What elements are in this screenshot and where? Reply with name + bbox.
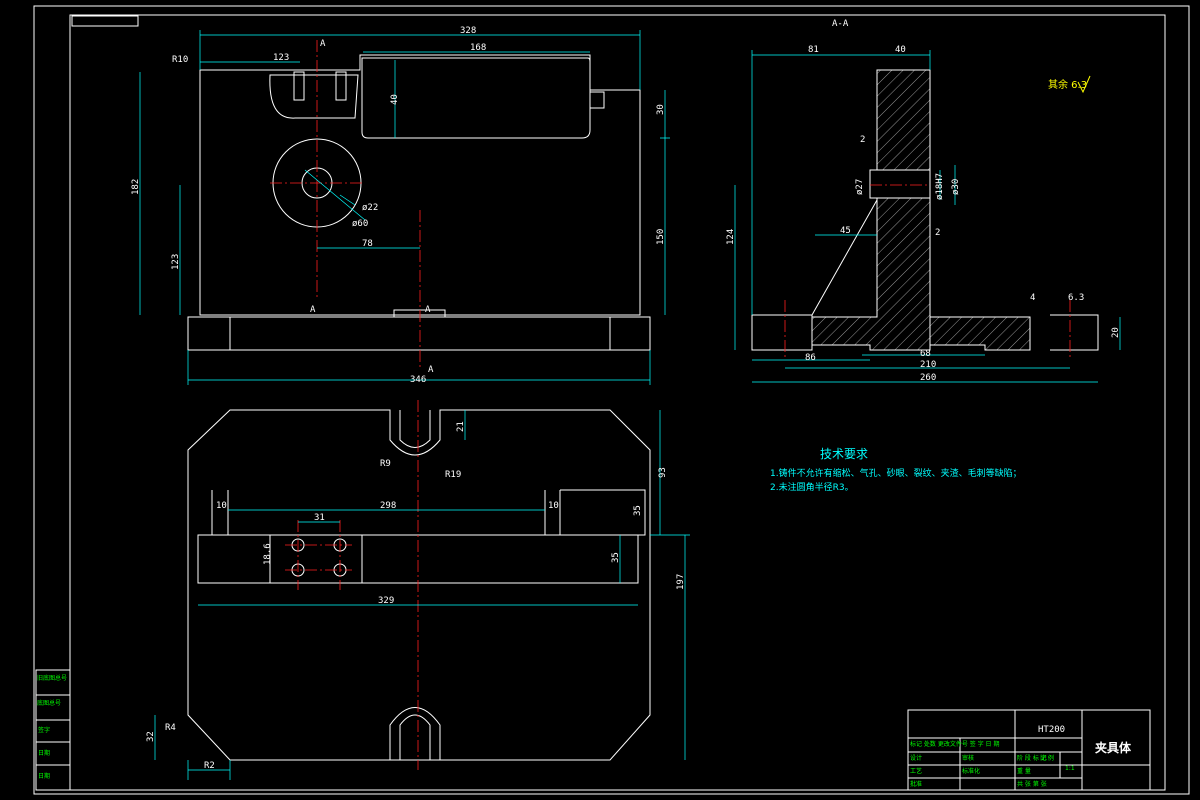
dim-side-2: 2: [860, 135, 865, 145]
dim-top-14: 32: [146, 731, 156, 742]
dim-front-8: 150: [656, 229, 666, 245]
tb-row-5: 批准: [910, 780, 922, 788]
dim-side-7: 45: [840, 226, 851, 236]
dim-front-7: 123: [171, 254, 181, 270]
dim-top-12: 197: [676, 574, 686, 590]
dim-side-13: 68: [920, 349, 931, 359]
part-name: 夹具体: [1095, 740, 1132, 755]
dim-top-1: R9: [380, 459, 391, 469]
top-view: [154, 400, 690, 780]
dim-top-9: 18.6: [263, 543, 273, 565]
dim-front-2: 168: [470, 43, 486, 53]
strip-label-3: 日期: [38, 749, 50, 757]
engineering-drawing: 328 123 168 R10 40 30 182 123 150 78 ø22…: [33, 5, 1190, 795]
section-mark-center: A: [425, 305, 431, 315]
dim-side-5: ø30: [951, 179, 961, 195]
tech-item-1: 1.铸件不允许有缩松、气孔、砂眼、裂纹、夹渣、毛刺等缺陷；: [770, 467, 1022, 479]
dim-side-11: 20: [1111, 327, 1121, 338]
tb-row-2: 审核: [962, 754, 974, 762]
outer-frame: [33, 5, 1190, 795]
dim-top-13: R4: [165, 723, 176, 733]
tech-title: 技术要求: [820, 447, 868, 461]
dim-top-10: 35: [611, 552, 621, 563]
dim-side-4: ø18H7: [935, 173, 945, 200]
strip-label-1: 底图总号: [37, 699, 61, 707]
tb-row-7: 重 量: [1017, 767, 1031, 775]
tb-row-9: 共 张 第 张: [1017, 780, 1047, 788]
section-mark-lower: A: [428, 365, 434, 375]
tech-item-2: 2.未注圆角半径R3。: [770, 481, 854, 493]
strip-label-4: 日期: [38, 772, 50, 780]
dim-front-5: 30: [656, 104, 666, 115]
dim-top-6: 10: [548, 501, 559, 511]
dim-top-0: 21: [456, 421, 466, 432]
dim-front-12: 346: [410, 375, 426, 385]
tb-row-1: 设计: [910, 754, 922, 762]
section-label: A-A: [832, 19, 849, 29]
dim-top-3: 93: [658, 467, 668, 478]
dim-side-12: 86: [805, 353, 816, 363]
tb-row-8: 比 例: [1040, 754, 1054, 762]
front-view: [139, 30, 670, 385]
tb-row-4: 标准化: [962, 767, 980, 775]
dim-front-9: 78: [362, 239, 373, 249]
dim-front-3: R10: [172, 55, 188, 65]
material: HT200: [1038, 725, 1065, 735]
dim-side-9: 4: [1030, 293, 1035, 303]
dim-front-4: 40: [390, 94, 400, 105]
section-mark-top: A: [320, 39, 326, 49]
dim-side-8: 2: [935, 228, 940, 238]
dim-side-15: 260: [920, 373, 936, 383]
dim-front-6: 182: [131, 179, 141, 195]
dim-front-10: ø22: [362, 203, 378, 213]
dim-side-6: 124: [726, 229, 736, 245]
side-view-section: [734, 50, 1121, 383]
dim-front-0: 328: [460, 26, 476, 36]
dim-top-11: 329: [378, 596, 394, 606]
dim-top-4: 10: [216, 501, 227, 511]
dim-side-1: 40: [895, 45, 906, 55]
scale: 1:1: [1065, 765, 1075, 772]
dim-side-0: 81: [808, 45, 819, 55]
dim-top-15: R2: [204, 761, 215, 771]
dim-top-8: 31: [314, 513, 325, 523]
dim-front-11: ø60: [352, 219, 368, 229]
strip-label-0: 旧底图总号: [37, 674, 67, 682]
tb-row-3: 工艺: [910, 767, 922, 775]
drawing-number-box: [71, 15, 139, 27]
dim-front-1: 123: [273, 53, 289, 63]
inner-frame: [69, 14, 1166, 791]
section-mark-bottom: A: [310, 305, 316, 315]
title-block: HT200 夹具体 1:1 标记 处数 更改文件号 签 字 日 期 设计 审核 …: [907, 709, 1151, 791]
dim-top-2: R19: [445, 470, 461, 480]
dim-side-14: 210: [920, 360, 936, 370]
dim-top-5: 298: [380, 501, 396, 511]
dim-side-10: 6.3: [1068, 293, 1084, 303]
dim-side-3: ø27: [855, 179, 865, 195]
left-revision-strip: 旧底图总号 底图总号 签字 日期 日期: [35, 669, 71, 791]
strip-label-2: 签字: [38, 726, 50, 734]
dim-top-7: 35: [633, 505, 643, 516]
tb-row-0: 标记 处数 更改文件号 签 字 日 期: [910, 740, 999, 748]
dimension-labels: 328 123 168 R10 40 30 182 123 150 78 ø22…: [131, 26, 1121, 771]
